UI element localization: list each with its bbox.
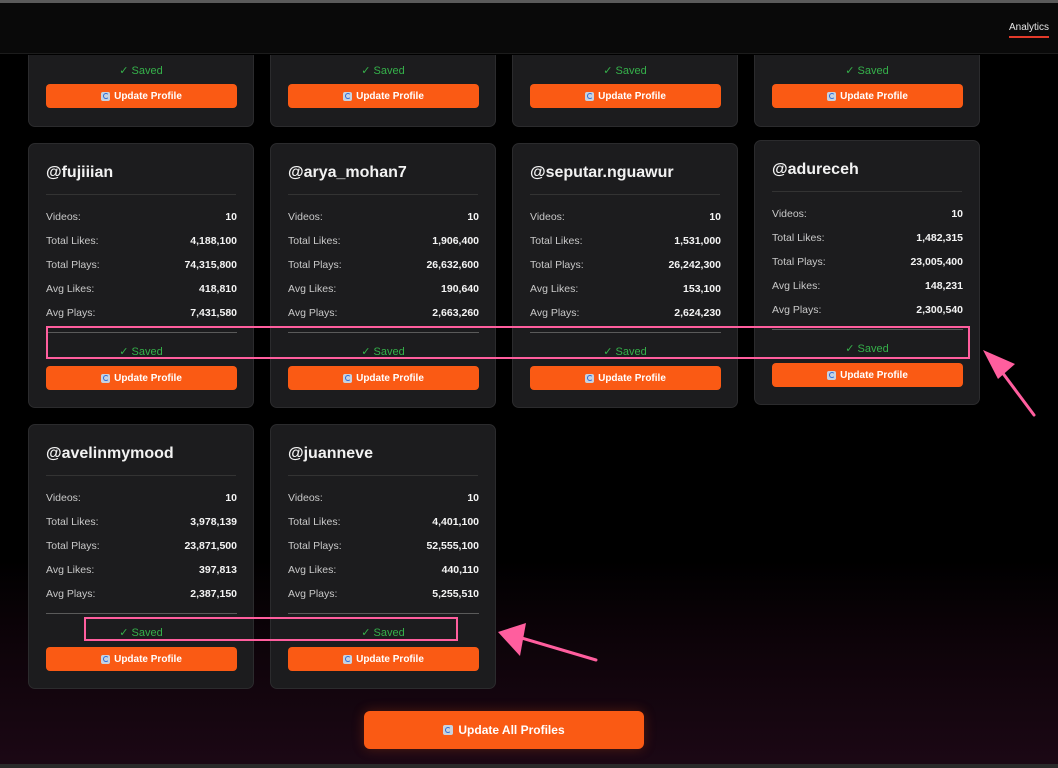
annotation-arrows <box>498 350 1036 662</box>
analytics-screen: Analytics ✓ Saved Update Profile ✓ Saved… <box>0 0 1058 768</box>
bottom-edge <box>0 764 1058 768</box>
arrow-icon <box>983 350 1036 417</box>
arrow-icon <box>498 623 598 662</box>
